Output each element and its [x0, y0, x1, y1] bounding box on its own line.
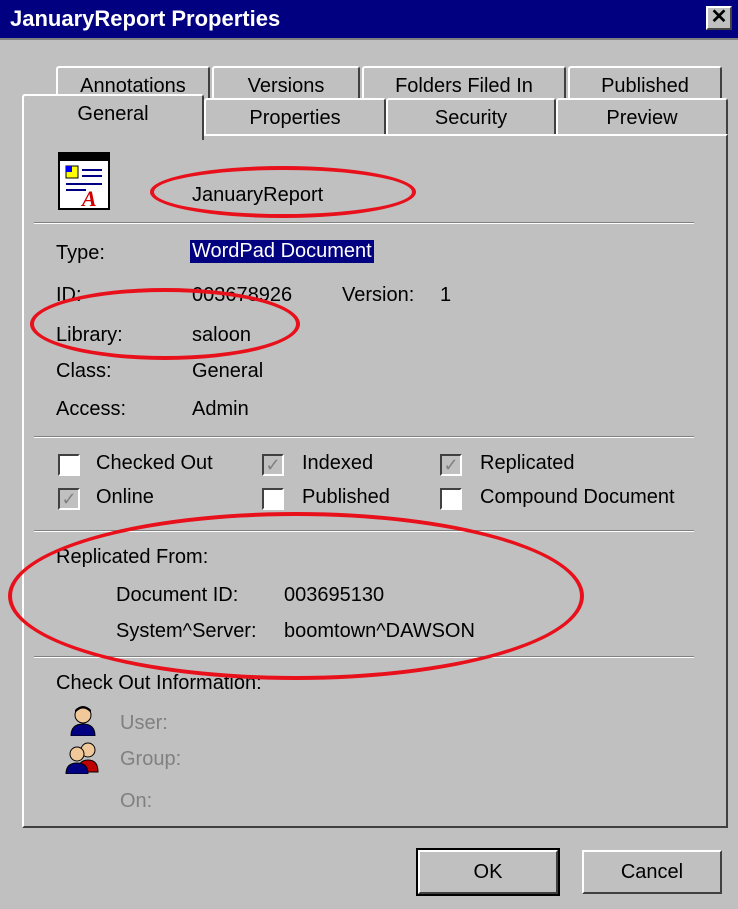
divider	[34, 656, 694, 658]
indexed-label: Indexed	[302, 452, 374, 474]
access-label: Access:	[56, 398, 127, 420]
library-value: saloon	[192, 324, 251, 346]
published-label: Published	[302, 486, 390, 508]
checked-out-label: Checked Out	[96, 452, 213, 474]
document-name: JanuaryReport	[192, 184, 324, 206]
system-server-value: boomtown^DAWSON	[284, 620, 475, 642]
panel-content: JanuaryReport Type: WordPad Document ID:…	[0, 0, 738, 909]
class-label: Class:	[56, 360, 112, 382]
divider	[34, 436, 694, 438]
replicated-label: Replicated	[480, 452, 575, 474]
document-id-label: Document ID:	[116, 584, 239, 606]
divider	[34, 530, 694, 532]
group-icon	[65, 742, 99, 774]
compound-document-checkbox[interactable]	[440, 488, 462, 510]
version-value: 1	[440, 284, 452, 306]
replicated-checkbox[interactable]: ✓	[440, 454, 462, 476]
properties-dialog: JanuaryReport Properties ✕ Annotations V…	[0, 0, 738, 909]
user-label: User:	[120, 712, 168, 734]
id-value: 003678926	[192, 284, 293, 306]
online-label: Online	[96, 486, 154, 508]
access-value: Admin	[192, 398, 249, 420]
document-id-value: 003695130	[284, 584, 385, 606]
system-server-label: System^Server:	[116, 620, 257, 642]
replicated-from-heading: Replicated From:	[56, 546, 209, 568]
online-checkbox[interactable]: ✓	[58, 488, 80, 510]
indexed-checkbox[interactable]: ✓	[262, 454, 284, 476]
user-icon	[70, 706, 96, 736]
type-value[interactable]: WordPad Document	[190, 240, 374, 263]
class-value: General	[192, 360, 264, 382]
ok-button[interactable]: OK	[416, 848, 560, 896]
compound-document-label: Compound Document	[480, 486, 675, 508]
divider	[34, 222, 694, 224]
version-label: Version:	[342, 284, 415, 306]
type-label: Type:	[56, 242, 105, 264]
check-out-heading: Check Out Information:	[56, 672, 262, 694]
cancel-button[interactable]: Cancel	[582, 850, 722, 894]
group-label: Group:	[120, 748, 182, 770]
id-label: ID:	[56, 284, 82, 306]
checked-out-checkbox[interactable]	[58, 454, 80, 476]
library-label: Library:	[56, 324, 123, 346]
published-checkbox[interactable]	[262, 488, 284, 510]
on-label: On:	[120, 790, 153, 812]
